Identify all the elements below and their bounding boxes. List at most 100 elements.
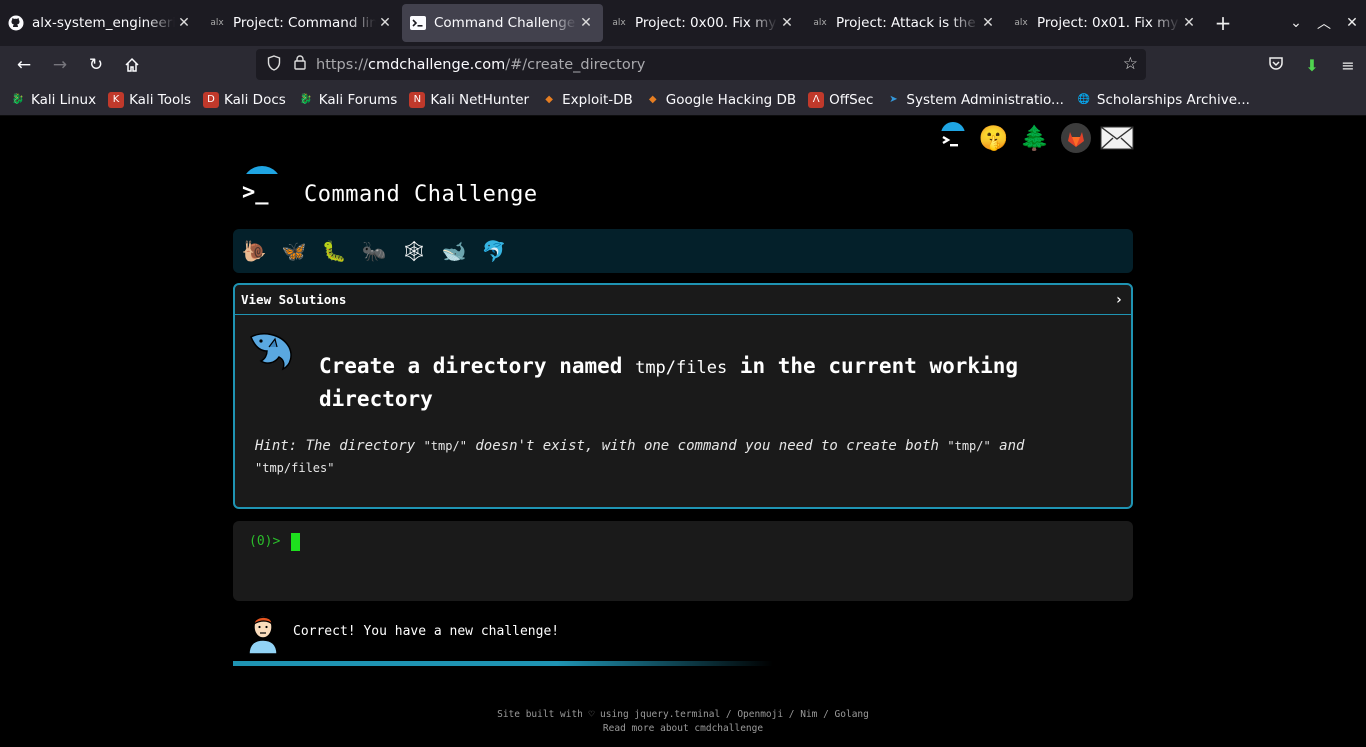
minimize-icon[interactable]: ︿ [1310, 13, 1338, 33]
tab-project-fix-my-code-0x01[interactable]: alx Project: 0x01. Fix my co ✕ [1005, 4, 1206, 42]
kali-dragon-icon: 🐉 [11, 94, 25, 105]
ghdb-icon: ◆ [648, 94, 657, 105]
spider-web-icon[interactable]: 🕸 [401, 238, 427, 264]
kali-tools-icon: K [108, 91, 125, 108]
bookmark-kali-forums[interactable]: 🐉 Kali Forums [298, 92, 398, 108]
globe-icon: 🌐 [1077, 94, 1091, 105]
terminal-cursor [291, 533, 300, 551]
url-bar[interactable]: https://cmdchallenge.com/#/create_direct… [256, 49, 1146, 80]
close-tab-icon[interactable]: ✕ [1180, 15, 1198, 31]
tab-project-fix-my-code-0x00[interactable]: alx Project: 0x00. Fix my co ✕ [603, 4, 804, 42]
progress-bar [233, 661, 773, 666]
footer-read-more-link[interactable]: Read more about cmdchallenge [0, 722, 1366, 736]
close-tab-icon[interactable]: ✕ [778, 15, 796, 31]
forward-icon[interactable]: → [42, 50, 78, 80]
bookmark-system-administration[interactable]: ➤ System Administratio... [885, 92, 1064, 108]
challenge-hint: Hint: The directory "tmp/" doesn't exist… [255, 438, 1025, 475]
tab-command-challenge[interactable]: Command Challenge! ✕ [402, 4, 603, 42]
footer: Site built with ♡ using jquery.terminal … [0, 708, 1366, 736]
bookmarks-bar: 🐉 Kali Linux K Kali Tools D Kali Docs 🐉 Kali… [0, 84, 1366, 116]
page-content: 🤫 🌲 >_ Command Challenge 🐌 🦋 🐛 🐜 🕸 🐋 🐬 V… [0, 116, 1366, 747]
bookmark-google-hacking-db[interactable]: ◆ Google Hacking DB [645, 92, 796, 108]
alx-icon: alx [210, 18, 224, 28]
toolbar-right: ⬇ ≡ [1258, 46, 1366, 84]
alx-icon: alx [612, 18, 626, 28]
kali-docs-icon: D [203, 91, 219, 108]
challenge-question: Create a directory named tmp/files in th… [319, 354, 1018, 411]
url-text: https://cmdchallenge.com/#/create_direct… [316, 56, 646, 73]
offsec-icon: Λ [808, 91, 825, 108]
close-tab-icon[interactable]: ✕ [175, 15, 193, 31]
list-all-tabs-icon[interactable]: ⌄ [1282, 15, 1310, 31]
feedback-area: Correct! You have a new challenge! [233, 608, 1133, 658]
bookmark-kali-linux[interactable]: 🐉 Kali Linux [10, 92, 96, 108]
site-title[interactable]: Command Challenge [304, 182, 538, 207]
tab-project-command-line[interactable]: alx Project: Command line ✕ [201, 4, 402, 42]
tab-title: Project: Command line [233, 15, 376, 31]
view-solutions-toggle[interactable]: View Solutions › [235, 285, 1131, 315]
terminal-prompt: (0)> [249, 534, 281, 549]
site-logo[interactable]: >_ [236, 166, 286, 216]
alx-icon: alx [1014, 18, 1028, 28]
pocket-icon[interactable] [1258, 55, 1294, 75]
mail-icon[interactable] [1099, 120, 1134, 155]
tab-title: Project: Attack is the be [836, 15, 979, 31]
shush-face-icon[interactable]: 🤫 [976, 120, 1011, 155]
exploit-db-icon: ◆ [545, 94, 553, 105]
tab-title: Command Challenge! [434, 15, 577, 31]
tab-title: alx-system_engineering [32, 15, 175, 31]
gitlab-icon[interactable] [1058, 120, 1093, 155]
close-tab-icon[interactable]: ✕ [979, 15, 997, 31]
lock-icon[interactable] [290, 55, 310, 74]
alx-icon: alx [813, 18, 827, 28]
dolphin-icon[interactable]: 🐬 [481, 238, 507, 264]
level-bar: 🐌 🦋 🐛 🐜 🕸 🐋 🐬 [233, 229, 1133, 273]
close-window-icon[interactable]: ✕ [1338, 15, 1366, 31]
github-icon [8, 15, 24, 31]
tab-project-attack[interactable]: alx Project: Attack is the be ✕ [804, 4, 1005, 42]
bookmark-kali-docs[interactable]: D Kali Docs [203, 91, 286, 108]
new-tab-button[interactable]: + [1206, 11, 1240, 35]
code-snippet: tmp/files [635, 358, 728, 378]
download-icon[interactable]: ⬇ [1294, 56, 1330, 75]
person-avatar-icon [245, 610, 281, 655]
tab-title: Project: 0x00. Fix my co [635, 15, 778, 31]
bookmark-scholarships-archive[interactable]: 🌐 Scholarships Archive... [1076, 92, 1250, 108]
tab-bar: alx-system_engineering ✕ alx Project: Co… [0, 0, 1366, 46]
footer-credits[interactable]: Site built with ♡ using jquery.terminal … [0, 708, 1366, 722]
terminal-icon [410, 15, 426, 31]
terminal-input[interactable]: (0)> [233, 521, 1133, 601]
bookmark-kali-nethunter[interactable]: N Kali NetHunter [409, 91, 529, 108]
bookmark-exploit-db[interactable]: ◆ Exploit-DB [541, 92, 633, 108]
close-tab-icon[interactable]: ✕ [577, 15, 595, 31]
tab-alx-system-engineering[interactable]: alx-system_engineering ✕ [0, 4, 201, 42]
top-icon-links: 🤫 🌲 [935, 120, 1134, 155]
snail-icon[interactable]: 🐌 [241, 238, 267, 264]
bookmark-kali-tools[interactable]: K Kali Tools [108, 91, 191, 108]
close-tab-icon[interactable]: ✕ [376, 15, 394, 31]
whale-icon[interactable]: 🐋 [441, 238, 467, 264]
view-solutions-label: View Solutions [241, 292, 347, 307]
caterpillar-icon[interactable]: 🐛 [321, 238, 347, 264]
chevron-right-icon: › [1114, 291, 1123, 308]
challenge-card: View Solutions › Create a directory name… [233, 283, 1133, 509]
kali-nethunter-icon: N [409, 91, 426, 108]
terminal-logo-icon[interactable] [935, 120, 970, 155]
kali-dragon-icon: 🐉 [299, 94, 313, 105]
dolphin-icon [247, 327, 295, 375]
navigation-bar: ← → ↻ https://cmdchallenge.com/#/create_… [0, 46, 1366, 84]
tree-icon[interactable]: 🌲 [1017, 120, 1052, 155]
back-icon[interactable]: ← [6, 50, 42, 80]
reload-icon[interactable]: ↻ [78, 50, 114, 80]
ant-icon[interactable]: 🐜 [361, 238, 387, 264]
tab-controls: ⌄ ︿ ✕ [1282, 0, 1366, 46]
home-icon[interactable] [114, 50, 150, 80]
menu-icon[interactable]: ≡ [1330, 56, 1366, 75]
bookmark-star-icon[interactable]: ☆ [1123, 54, 1138, 74]
tab-title: Project: 0x01. Fix my co [1037, 15, 1180, 31]
shield-icon[interactable] [264, 54, 284, 75]
bookmark-offsec[interactable]: Λ OffSec [808, 91, 873, 108]
sysadmin-icon: ➤ [889, 94, 898, 105]
feedback-message: Correct! You have a new challenge! [293, 624, 560, 639]
butterfly-icon[interactable]: 🦋 [281, 238, 307, 264]
